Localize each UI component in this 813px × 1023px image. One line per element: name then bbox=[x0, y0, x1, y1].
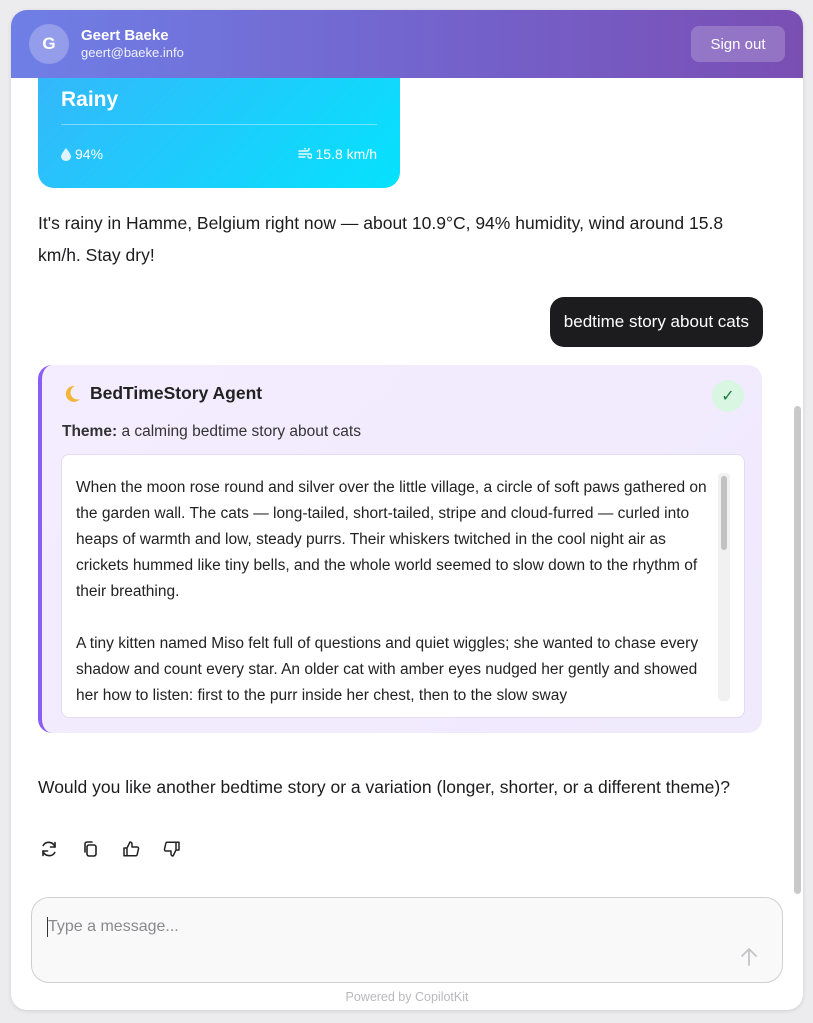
message-composer[interactable]: Type a message... bbox=[31, 897, 783, 983]
assistant-message-weather: It's rainy in Hamme, Belgium right now —… bbox=[38, 213, 724, 265]
user-name: Geert Baeke bbox=[81, 27, 169, 44]
check-icon: ✓ bbox=[712, 380, 744, 412]
story-paragraph: A tiny kitten named Miso felt full of qu… bbox=[76, 635, 699, 704]
thumbs-down-icon[interactable] bbox=[163, 840, 181, 858]
page-scrollbar[interactable] bbox=[794, 406, 801, 894]
weather-card: Rainy 94% 15.8 km/h bbox=[38, 78, 400, 188]
theme-label: Theme: bbox=[62, 423, 118, 440]
copy-icon[interactable] bbox=[81, 840, 99, 858]
user-email: geert@baeke.info bbox=[81, 45, 184, 60]
thumbs-up-icon[interactable] bbox=[122, 840, 140, 858]
weather-wind: 15.8 km/h bbox=[297, 146, 377, 162]
story-text-box[interactable]: When the moon rose round and silver over… bbox=[61, 454, 745, 718]
bedtime-story-agent-card: BedTimeStory Agent ✓ Theme: a calming be… bbox=[38, 365, 762, 733]
user-info: Geert Baeke geert@baeke.info bbox=[81, 27, 184, 61]
theme-value: a calming bedtime story about cats bbox=[121, 423, 361, 440]
story-scrollbar-thumb[interactable] bbox=[721, 476, 727, 550]
user-message-bubble: bedtime story about cats bbox=[549, 297, 763, 347]
avatar: G bbox=[29, 24, 69, 64]
wind-icon bbox=[297, 148, 312, 159]
story-theme: Theme: a calming bedtime story about cat… bbox=[62, 423, 361, 441]
story-scrollbar[interactable] bbox=[718, 473, 730, 701]
message-list[interactable]: Rainy 94% 15.8 km/h It's rainy in Hamme,… bbox=[11, 78, 803, 898]
weather-divider bbox=[61, 124, 377, 125]
app-header: G Geert Baeke geert@baeke.info Sign out bbox=[11, 10, 803, 78]
story-text: When the moon rose round and silver over… bbox=[76, 475, 718, 717]
message-actions bbox=[40, 840, 181, 858]
droplet-icon bbox=[61, 147, 71, 161]
assistant-message-followup: Would you like another bedtime story or … bbox=[38, 777, 730, 797]
sign-out-button[interactable]: Sign out bbox=[691, 26, 785, 62]
humidity-value: 94% bbox=[75, 146, 104, 162]
powered-by-footer: Powered by CopilotKit bbox=[345, 990, 469, 1004]
message-input[interactable]: Type a message... bbox=[48, 918, 179, 936]
chat-window: G Geert Baeke geert@baeke.info Sign out … bbox=[11, 10, 803, 1010]
moon-icon bbox=[65, 385, 80, 402]
weather-humidity: 94% bbox=[61, 146, 103, 162]
agent-title-text: BedTimeStory Agent bbox=[90, 383, 263, 403]
arrow-up-icon[interactable] bbox=[738, 946, 760, 968]
wind-value: 15.8 km/h bbox=[315, 146, 377, 162]
weather-condition: Rainy bbox=[61, 88, 119, 111]
story-paragraph: When the moon rose round and silver over… bbox=[76, 479, 707, 600]
agent-title: BedTimeStory Agent bbox=[62, 383, 262, 404]
refresh-icon[interactable] bbox=[40, 840, 58, 858]
